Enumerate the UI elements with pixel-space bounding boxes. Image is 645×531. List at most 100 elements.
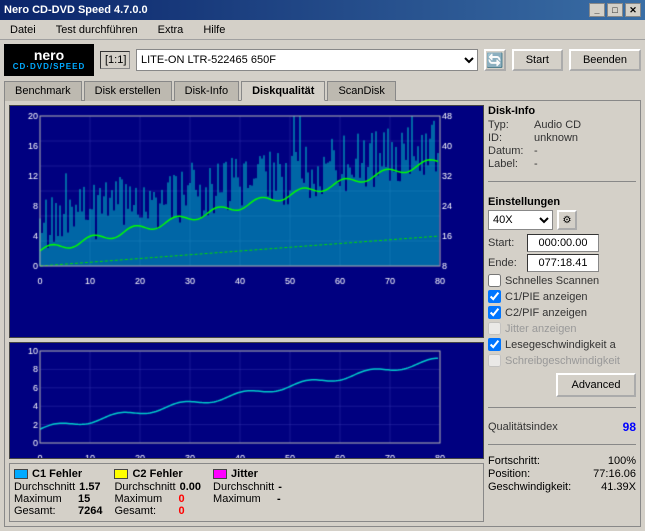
legend-c1-avg-label: Durchschnitt	[14, 481, 75, 493]
legend-c1-avg-value: 1.57	[79, 481, 100, 493]
legend-c1-total-label: Gesamt:	[14, 505, 74, 517]
legend-c2-avg-label: Durchschnitt	[114, 481, 175, 493]
menu-hilfe[interactable]: Hilfe	[197, 22, 231, 38]
quality-row: Qualitätsindex 98	[488, 420, 636, 434]
legend-c1-stats: Durchschnitt 1.57 Maximum 15 Gesamt: 726…	[14, 481, 102, 517]
legend-jitter-avg-value: -	[278, 481, 282, 493]
nero-logo: nero CD·DVD/SPEED	[4, 44, 94, 76]
checkbox-c1pie-input[interactable]	[488, 290, 501, 303]
legend-jitter-avg-label: Durchschnitt	[213, 481, 274, 493]
disk-info-label-value: -	[534, 158, 538, 170]
tab-diskqualitat[interactable]: Diskqualität	[241, 81, 325, 101]
disk-info-typ-label: Typ:	[488, 119, 530, 131]
drive-label: [1:1]	[100, 51, 130, 69]
minimize-button[interactable]: _	[589, 3, 605, 17]
refresh-button[interactable]: 🔄	[484, 49, 506, 71]
legend-jitter-max-value: -	[277, 493, 281, 505]
close-button[interactable]: ✕	[625, 3, 641, 17]
chart-top	[9, 105, 484, 338]
content-panel: C1 Fehler Durchschnitt 1.57 Maximum 15 G…	[4, 100, 641, 527]
title-bar-buttons: _ □ ✕	[589, 3, 641, 17]
start-time-label: Start:	[488, 237, 523, 249]
menu-extra[interactable]: Extra	[152, 22, 190, 38]
disk-info-typ-value: Audio CD	[534, 119, 581, 131]
legend-jitter-max-label: Maximum	[213, 493, 273, 505]
settings-section: Einstellungen 40X ⚙ Start: Ende:	[488, 196, 636, 397]
nero-logo-text: nero	[34, 48, 64, 63]
geschwindigkeit-label: Geschwindigkeit:	[488, 481, 571, 493]
tab-scandisk[interactable]: ScanDisk	[327, 81, 395, 101]
checkboxes-group: Schnelles Scannen C1/PIE anzeigen C2/PIF…	[488, 274, 636, 369]
fortschritt-label: Fortschritt:	[488, 455, 540, 467]
settings-icon-button[interactable]: ⚙	[557, 210, 577, 230]
legend-c1-max-label: Maximum	[14, 493, 74, 505]
speed-select[interactable]: 40X	[488, 210, 553, 230]
legend-c1-label: C1 Fehler	[32, 468, 82, 480]
advanced-button[interactable]: Advanced	[556, 373, 636, 397]
disk-info-datum-label: Datum:	[488, 145, 530, 157]
disk-info-section: Disk-Info Typ: Audio CD ID: unknown Datu…	[488, 105, 636, 171]
start-time-input[interactable]	[527, 234, 599, 252]
progress-section: Fortschritt: 100% Position: 77:16.06 Ges…	[488, 455, 636, 494]
drive-select[interactable]: LITE-ON LTR-522465 650F	[136, 49, 478, 71]
checkbox-schreib: Schreibgeschwindigkeit	[488, 354, 636, 367]
legend-jitter-stats: Durchschnitt - Maximum -	[213, 481, 282, 505]
checkbox-schnell-input[interactable]	[488, 274, 501, 287]
title-bar-title: Nero CD-DVD Speed 4.7.0.0	[4, 4, 148, 16]
checkbox-jitter-label: Jitter anzeigen	[505, 323, 577, 335]
geschwindigkeit-row: Geschwindigkeit: 41.39X	[488, 481, 636, 493]
checkbox-c1pie-label: C1/PIE anzeigen	[505, 291, 588, 303]
position-value: 77:16.06	[593, 468, 636, 480]
divider-1	[488, 181, 636, 182]
tabs: Benchmark Disk erstellen Disk-Info Diskq…	[4, 80, 641, 100]
tab-benchmark[interactable]: Benchmark	[4, 81, 82, 101]
disk-info-row-datum: Datum: -	[488, 145, 636, 157]
tab-disk-info[interactable]: Disk-Info	[174, 81, 239, 101]
legend-c1-max-value: 15	[78, 493, 90, 505]
start-button[interactable]: Start	[512, 49, 563, 71]
quality-section: Qualitätsindex 98	[488, 420, 636, 434]
fortschritt-row: Fortschritt: 100%	[488, 455, 636, 467]
legend-jitter-color	[213, 469, 227, 479]
disk-info-id-value: unknown	[534, 132, 578, 144]
checkbox-c2pif: C2/PIF anzeigen	[488, 306, 636, 319]
legend-c2-stats: Durchschnitt 0.00 Maximum 0 Gesamt: 0	[114, 481, 201, 517]
legend-c1-color	[14, 469, 28, 479]
checkbox-lese-input[interactable]	[488, 338, 501, 351]
checkbox-schreib-label: Schreibgeschwindigkeit	[505, 355, 620, 367]
checkbox-lese: Lesegeschwindigkeit a	[488, 338, 636, 351]
legend-c2-max-label: Maximum	[114, 493, 174, 505]
disk-info-id-label: ID:	[488, 132, 530, 144]
legend-c1: C1 Fehler Durchschnitt 1.57 Maximum 15 G…	[14, 468, 102, 517]
position-label: Position:	[488, 468, 530, 480]
end-time-input[interactable]	[527, 254, 599, 272]
nero-speed-text: CD·DVD/SPEED	[13, 63, 85, 72]
fortschritt-value: 100%	[608, 455, 636, 467]
checkbox-schreib-input	[488, 354, 501, 367]
maximize-button[interactable]: □	[607, 3, 623, 17]
end-time-row: Ende:	[488, 254, 636, 272]
menu-datei[interactable]: Datei	[4, 22, 42, 38]
tab-disk-erstellen[interactable]: Disk erstellen	[84, 81, 172, 101]
legend-c2-total-label: Gesamt:	[114, 505, 174, 517]
legend-c2-label: C2 Fehler	[132, 468, 182, 480]
right-panel: Disk-Info Typ: Audio CD ID: unknown Datu…	[488, 105, 636, 522]
main-area: nero CD·DVD/SPEED [1:1] LITE-ON LTR-5224…	[0, 40, 645, 531]
checkbox-lese-label: Lesegeschwindigkeit a	[505, 339, 616, 351]
menu-bar: Datei Test durchführen Extra Hilfe	[0, 20, 645, 40]
stop-button[interactable]: Beenden	[569, 49, 641, 71]
end-time-label: Ende:	[488, 257, 523, 269]
divider-2	[488, 407, 636, 408]
toolbar: nero CD·DVD/SPEED [1:1] LITE-ON LTR-5224…	[4, 44, 641, 76]
checkbox-c2pif-input[interactable]	[488, 306, 501, 319]
checkbox-jitter-input	[488, 322, 501, 335]
app-title: Nero CD-DVD Speed 4.7.0.0	[4, 4, 148, 16]
menu-test[interactable]: Test durchführen	[50, 22, 144, 38]
checkbox-schnell: Schnelles Scannen	[488, 274, 636, 287]
legend-area: C1 Fehler Durchschnitt 1.57 Maximum 15 G…	[9, 463, 484, 522]
disk-info-row-id: ID: unknown	[488, 132, 636, 144]
charts-area: C1 Fehler Durchschnitt 1.57 Maximum 15 G…	[9, 105, 484, 522]
start-time-row: Start:	[488, 234, 636, 252]
disk-info-datum-value: -	[534, 145, 538, 157]
legend-c1-total-value: 7264	[78, 505, 102, 517]
